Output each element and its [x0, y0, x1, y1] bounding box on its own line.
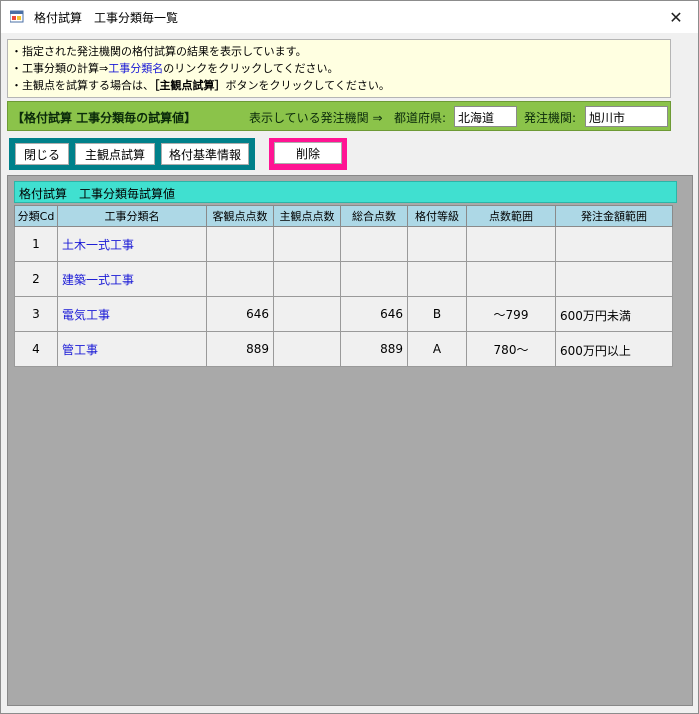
- col-header-range[interactable]: 点数範囲: [466, 205, 556, 227]
- cell-name-link[interactable]: 土木一式工事: [57, 226, 207, 262]
- app-icon: [10, 10, 24, 23]
- col-header-objective[interactable]: 客観点点数: [206, 205, 274, 227]
- info-panel: ・指定された発注機関の格付試算の結果を表示しています。 ・工事分類の計算⇒工事分…: [7, 39, 671, 98]
- rating-info-button[interactable]: 格付基準情報: [161, 143, 249, 165]
- table-header-row: 分類Cd 工事分類名 客観点点数 主観点点数 総合点数 格付等級 点数範囲 発注…: [14, 205, 673, 227]
- header-bar: 【格付試算 工事分類毎の試算値】 表示している発注機関 ⇒ 都道府県: 北海道 …: [7, 101, 671, 131]
- cell-grade: [407, 261, 467, 297]
- info-line-1: ・指定された発注機関の格付試算の結果を表示しています。: [11, 45, 307, 58]
- main-window: 格付試算 工事分類毎一覧 ✕ ・指定された発注機関の格付試算の結果を表示していま…: [0, 0, 699, 714]
- title-bar: 格付試算 工事分類毎一覧 ✕: [1, 1, 698, 33]
- subjective-score-button[interactable]: 主観点試算: [75, 143, 155, 165]
- close-button[interactable]: 閉じる: [15, 143, 69, 165]
- col-header-cd[interactable]: 分類Cd: [14, 205, 58, 227]
- cell-subjective: [273, 226, 341, 262]
- results-grid-area: 格付試算 工事分類毎試算値 分類Cd 工事分類名 客観点点数 主観点点数 総合点…: [7, 175, 693, 706]
- delete-button[interactable]: 削除: [274, 142, 342, 164]
- cell-cd: 2: [14, 261, 58, 297]
- table-row[interactable]: 1 土木一式工事: [14, 226, 673, 262]
- prefecture-field: 北海道: [454, 106, 517, 127]
- cell-range: [466, 226, 556, 262]
- cell-objective: [206, 261, 274, 297]
- table-row[interactable]: 2 建築一式工事: [14, 261, 673, 297]
- cell-name-link[interactable]: 建築一式工事: [57, 261, 207, 297]
- grid-caption: 格付試算 工事分類毎試算値: [14, 181, 677, 203]
- cell-grade: B: [407, 296, 467, 332]
- table-row[interactable]: 3 電気工事 646 646 B ～799 600万円未満: [14, 296, 673, 332]
- section-title: 【格付試算 工事分類毎の試算値】: [12, 111, 197, 125]
- cell-name-link[interactable]: 管工事: [57, 331, 207, 367]
- cell-amount: 600万円以上: [555, 331, 673, 367]
- table-row[interactable]: 4 管工事 889 889 A 780～ 600万円以上: [14, 331, 673, 367]
- prefecture-label: 都道府県:: [394, 111, 447, 125]
- cell-subjective: [273, 331, 341, 367]
- cell-total: [340, 226, 408, 262]
- cell-objective: 889: [206, 331, 274, 367]
- cell-grade: A: [407, 331, 467, 367]
- close-icon: ✕: [669, 7, 683, 27]
- cell-total: 646: [340, 296, 408, 332]
- cell-amount: 600万円未満: [555, 296, 673, 332]
- col-header-name[interactable]: 工事分類名: [57, 205, 207, 227]
- cell-cd: 4: [14, 331, 58, 367]
- cell-amount: [555, 261, 673, 297]
- cell-grade: [407, 226, 467, 262]
- cell-objective: 646: [206, 296, 274, 332]
- info-line-2: ・工事分類の計算⇒工事分類名のリンクをクリックしてください。: [11, 62, 339, 75]
- agency-label: 発注機関:: [524, 111, 577, 125]
- cell-total: [340, 261, 408, 297]
- cell-subjective: [273, 261, 341, 297]
- cell-range: [466, 261, 556, 297]
- cell-range: 780～: [466, 331, 556, 367]
- showing-agency-label: 表示している発注機関 ⇒: [249, 111, 383, 125]
- cell-cd: 1: [14, 226, 58, 262]
- cell-cd: 3: [14, 296, 58, 332]
- results-table: 分類Cd 工事分類名 客観点点数 主観点点数 総合点数 格付等級 点数範囲 発注…: [14, 205, 673, 367]
- col-header-total[interactable]: 総合点数: [340, 205, 408, 227]
- button-group: 閉じる 主観点試算 格付基準情報: [9, 138, 255, 170]
- cell-total: 889: [340, 331, 408, 367]
- info-link-text: 工事分類名: [108, 62, 164, 75]
- cell-name-link[interactable]: 電気工事: [57, 296, 207, 332]
- info-line-3: ・主観点を試算する場合は、［主観点試算］ボタンをクリックしてください。: [11, 79, 390, 92]
- cell-amount: [555, 226, 673, 262]
- cell-subjective: [273, 296, 341, 332]
- cell-range: ～799: [466, 296, 556, 332]
- close-window-button[interactable]: ✕: [654, 1, 698, 33]
- col-header-amount[interactable]: 発注金額範囲: [555, 205, 673, 227]
- col-header-subjective[interactable]: 主観点点数: [273, 205, 341, 227]
- cell-objective: [206, 226, 274, 262]
- delete-button-frame: 削除: [269, 138, 347, 170]
- col-header-grade[interactable]: 格付等級: [407, 205, 467, 227]
- agency-field: 旭川市: [585, 106, 668, 127]
- window-title: 格付試算 工事分類毎一覧: [34, 11, 179, 25]
